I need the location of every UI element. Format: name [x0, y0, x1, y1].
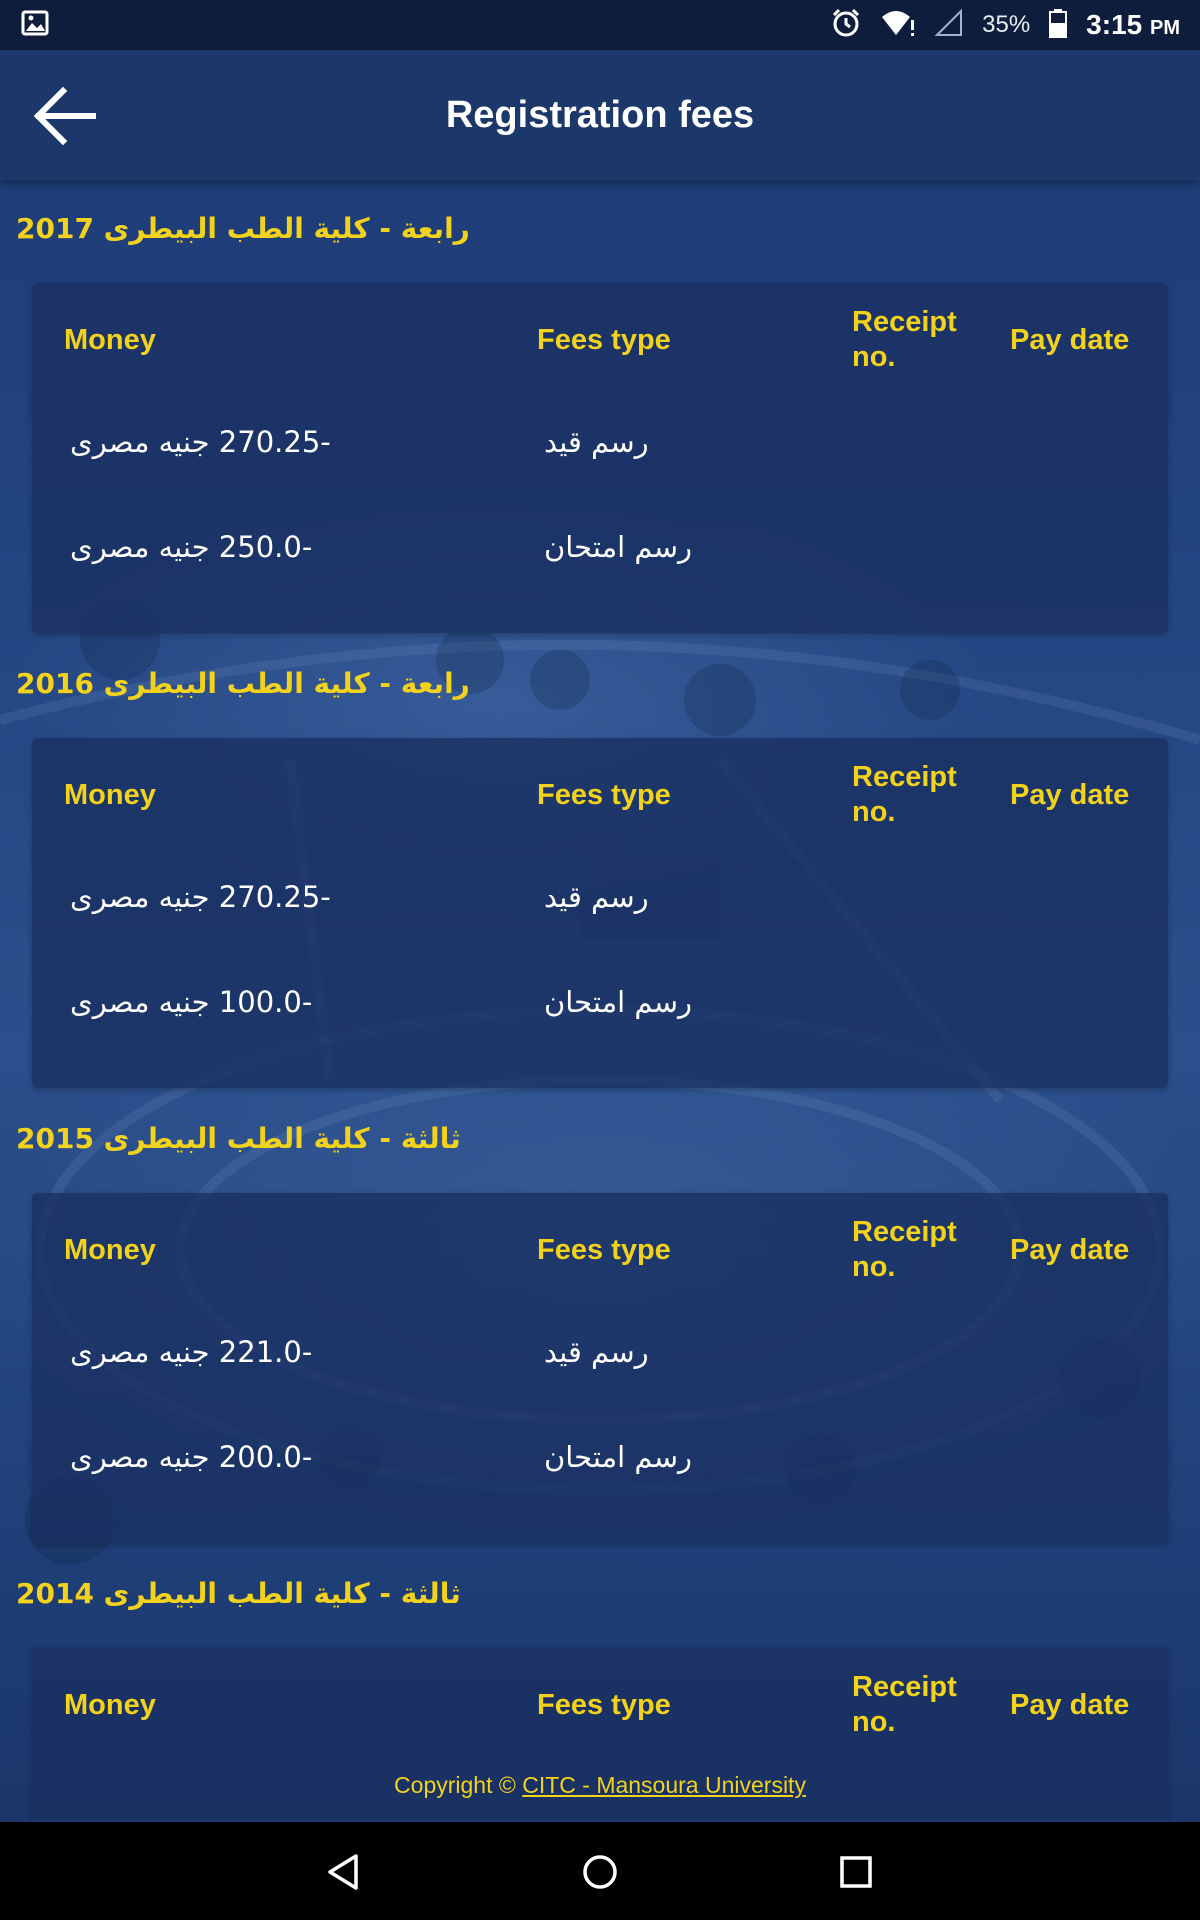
header-money: Money — [64, 324, 156, 356]
back-triangle-icon — [328, 1854, 358, 1890]
row-fees-type: رسم امتحان — [544, 1440, 693, 1474]
back-button[interactable] — [28, 80, 100, 152]
header-receipt-no: Receipt no. — [852, 1670, 957, 1740]
fees-list[interactable]: رابعة - كلية الطب البيطرى 2017 Money Fee… — [0, 180, 1200, 1820]
header-money: Money — [64, 1689, 156, 1721]
battery-icon — [1048, 8, 1068, 43]
clock-suffix: PM — [1150, 17, 1180, 39]
page-title: Registration fees — [445, 93, 755, 136]
fees-table-2016: Money Fees type Receipt no. Pay date -27… — [32, 738, 1168, 1088]
home-circle-icon — [583, 1855, 617, 1889]
fees-table-2017: Money Fees type Receipt no. Pay date -27… — [32, 283, 1168, 633]
header-receipt-no: Receipt no. — [852, 1215, 957, 1285]
header-pay-date: Pay date — [1010, 324, 1130, 356]
row-money: -270.25 جنيه مصرى — [70, 425, 331, 459]
alarm-icon — [830, 7, 862, 44]
recents-square-icon — [840, 1856, 872, 1888]
fees-table-2015: Money Fees type Receipt no. Pay date -22… — [32, 1193, 1168, 1543]
row-money: -200.0 جنيه مصرى — [70, 1440, 313, 1474]
section-title-2015: ثالثة - كلية الطب البيطرى 2015 — [16, 1122, 461, 1155]
status-bar: 35% 3:15 PM — [0, 0, 1200, 50]
row-money: -270.25 جنيه مصرى — [70, 880, 331, 914]
header-receipt-line-2: no. — [852, 341, 896, 373]
header-receipt-no: Receipt no. — [852, 305, 957, 375]
header-fees-type: Fees type — [537, 1689, 671, 1721]
header-receipt-line-1: Receipt — [852, 1216, 957, 1248]
clock-time: 3:15 — [1086, 9, 1143, 40]
row-money: -100.0 جنيه مصرى — [70, 985, 313, 1019]
header-receipt-line-1: Receipt — [852, 761, 957, 793]
battery-percent: 35% — [982, 11, 1031, 38]
row-fees-type: رسم قيد — [544, 1335, 649, 1369]
header-pay-date: Pay date — [1010, 779, 1130, 811]
header-fees-type: Fees type — [537, 324, 671, 356]
row-money: -250.0 جنيه مصرى — [70, 530, 313, 564]
header-receipt-line-1: Receipt — [852, 306, 957, 338]
screen: 35% 3:15 PM Registration fees رابعة - كل… — [0, 0, 1200, 1920]
app-bar: Registration fees — [0, 50, 1200, 180]
header-money: Money — [64, 1234, 156, 1266]
header-receipt-line-1: Receipt — [852, 1671, 957, 1703]
header-fees-type: Fees type — [537, 1234, 671, 1266]
row-fees-type: رسم قيد — [544, 425, 649, 459]
row-fees-type: رسم امتحان — [544, 530, 693, 564]
row-fees-type: رسم قيد — [544, 880, 649, 914]
image-icon — [20, 8, 50, 43]
row-money: -221.0 جنيه مصرى — [70, 1335, 313, 1369]
header-receipt-line-2: no. — [852, 796, 896, 828]
header-pay-date: Pay date — [1010, 1689, 1130, 1721]
header-receipt-line-2: no. — [852, 1706, 896, 1738]
nav-recents-button[interactable] — [826, 1842, 886, 1902]
wifi-alert-icon — [880, 8, 916, 43]
header-money: Money — [64, 779, 156, 811]
header-receipt-no: Receipt no. — [852, 760, 957, 830]
navigation-bar — [0, 1822, 1200, 1920]
copyright-text: Copyright © — [394, 1772, 523, 1798]
section-title-2017: رابعة - كلية الطب البيطرى 2017 — [16, 212, 470, 245]
section-title-2014: ثالثة - كلية الطب البيطرى 2014 — [16, 1577, 461, 1610]
nav-home-button[interactable] — [570, 1842, 630, 1902]
clock: 3:15 PM — [1086, 9, 1180, 41]
signal-icon — [934, 8, 964, 43]
footer: Copyright © CITC - Mansoura University — [0, 1772, 1200, 1799]
section-title-2016: رابعة - كلية الطب البيطرى 2016 — [16, 667, 470, 700]
header-receipt-line-2: no. — [852, 1251, 896, 1283]
header-fees-type: Fees type — [537, 779, 671, 811]
header-pay-date: Pay date — [1010, 1234, 1130, 1266]
nav-back-button[interactable] — [314, 1842, 374, 1902]
citc-link[interactable]: CITC - Mansoura University — [522, 1772, 806, 1798]
row-fees-type: رسم امتحان — [544, 985, 693, 1019]
arrow-left-icon — [33, 86, 96, 146]
